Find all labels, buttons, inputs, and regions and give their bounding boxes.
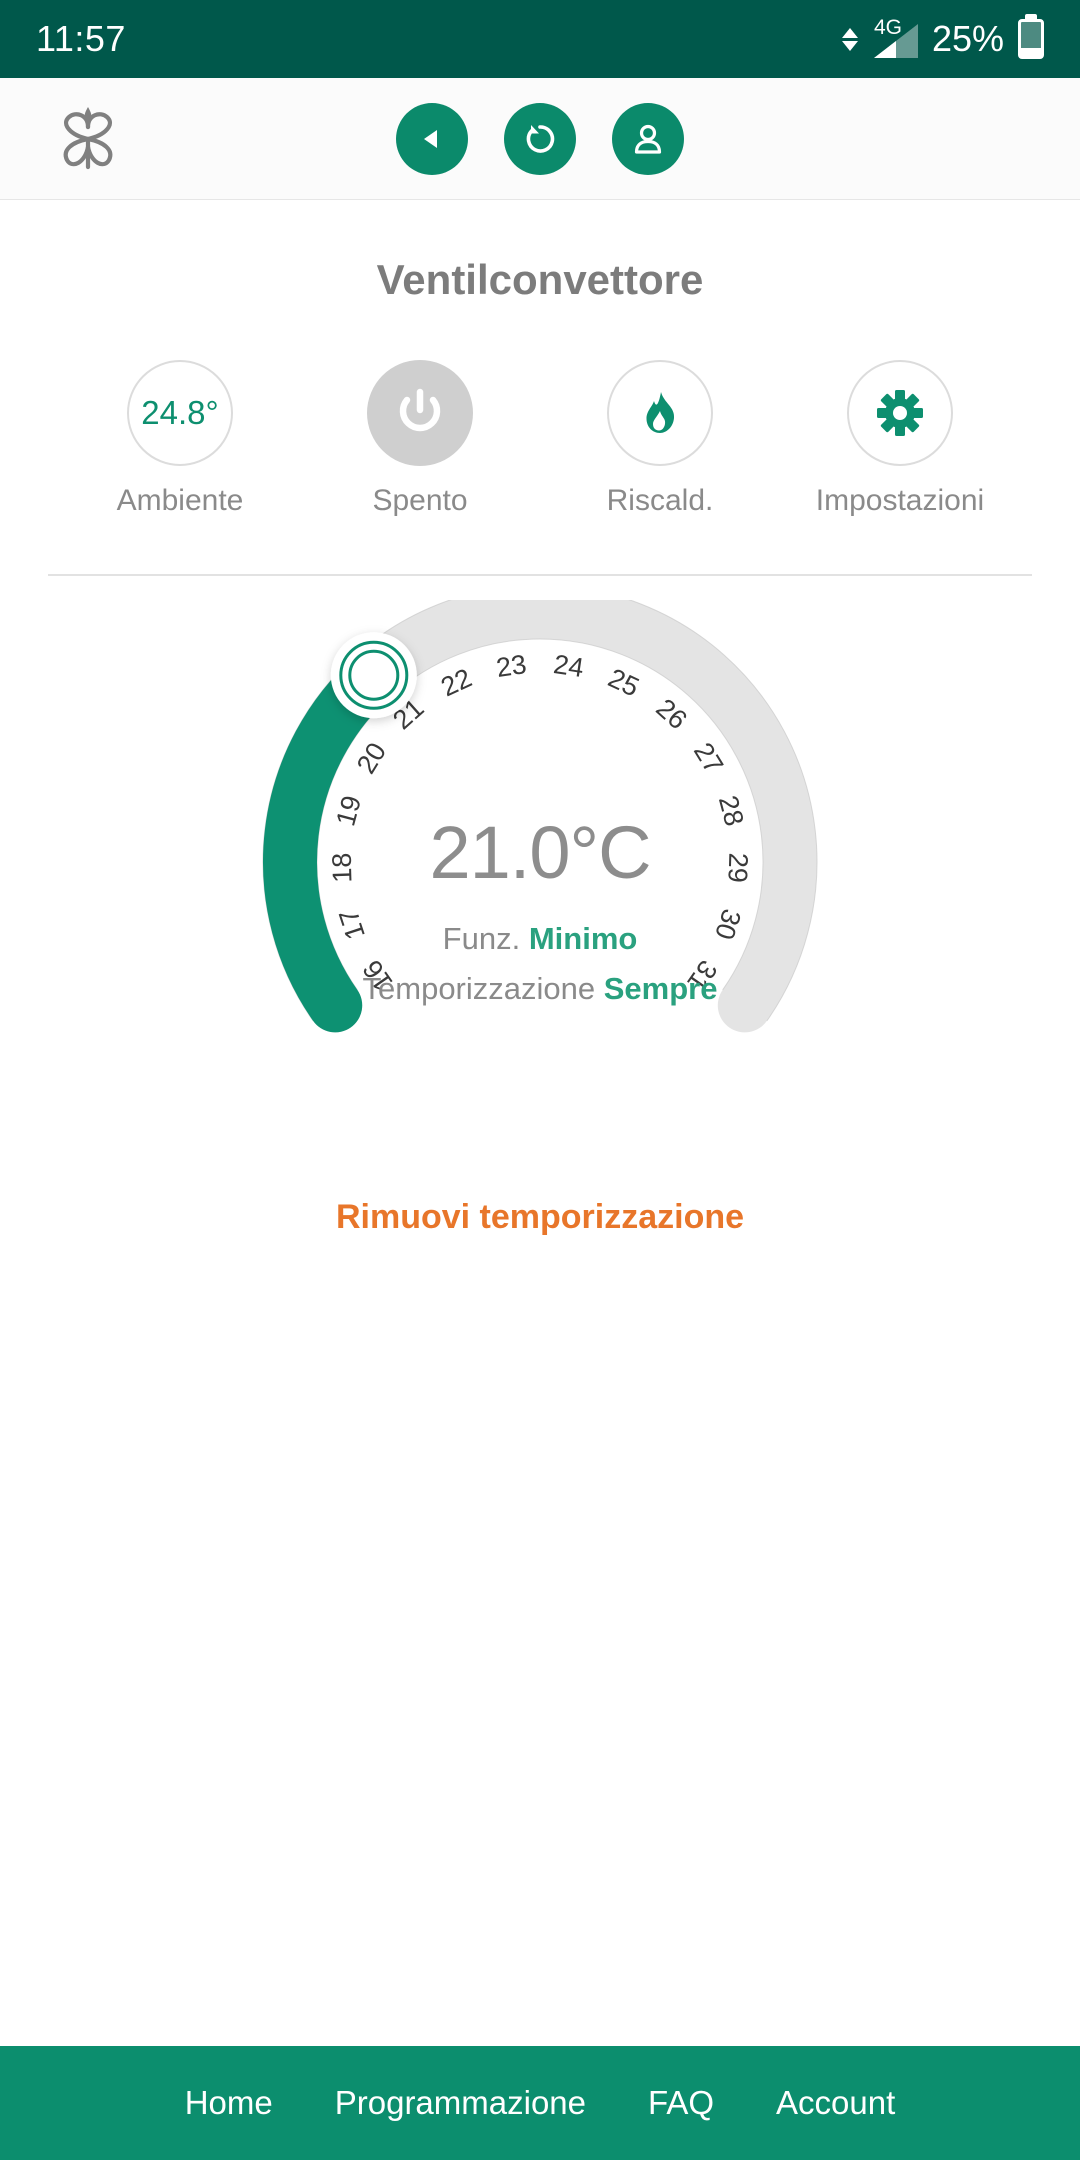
signal-bars-icon: 4G — [872, 16, 918, 58]
back-triangle-icon — [424, 129, 437, 148]
flame-icon — [646, 392, 675, 433]
timer-row: Temporizzazione Sempre — [0, 971, 1080, 1007]
temperature-dial[interactable]: 16 17 18 19 20 21 22 23 24 25 26 27 28 29 30 31 21.0°C … — [0, 600, 1080, 1140]
power-icon — [399, 388, 441, 432]
function-label: Funz. — [442, 921, 521, 956]
function-row: Funz. Minimo — [0, 921, 1080, 957]
dial-tick-27: 27 — [688, 737, 729, 778]
status-bar-indicators: 4G 25% — [841, 16, 1044, 60]
status-bar-clock: 11:57 — [36, 18, 126, 59]
control-settings[interactable]: Impostazioni — [795, 360, 1005, 518]
header-button-group — [396, 102, 684, 175]
bottom-navigation: Home Programmazione FAQ Account — [0, 2046, 1080, 2160]
dial-tick-22: 22 — [436, 663, 476, 703]
status-bar: 11:57 4G 25% — [0, 0, 1080, 78]
dial-tick-26: 26 — [650, 693, 692, 735]
butterfly-logo — [46, 97, 130, 181]
app-header — [0, 78, 1080, 200]
dial-tick-23: 23 — [494, 649, 528, 683]
dial-tick-24: 24 — [552, 649, 586, 683]
data-transfer-icon — [841, 27, 858, 51]
heating-circle — [607, 360, 713, 466]
function-value: Minimo — [528, 921, 638, 956]
control-label-ambient: Ambiente — [116, 484, 244, 517]
dial-center-readout: 21.0°C Funz. Minimo Temporizzazione Semp… — [0, 810, 1080, 1007]
nav-account[interactable]: Account — [776, 2084, 895, 2122]
ambient-temperature-value: 24.8° — [141, 394, 219, 431]
nav-programmazione[interactable]: Programmazione — [335, 2084, 586, 2122]
dial-handle — [330, 632, 417, 719]
settings-circle — [847, 360, 953, 466]
battery-percent-label: 25% — [931, 18, 1004, 59]
control-ambient[interactable]: 24.8° Ambiente — [75, 360, 285, 518]
setpoint-temperature: 21.0°C — [429, 811, 651, 894]
person-icon — [634, 124, 662, 154]
control-heating[interactable]: Riscald. — [555, 360, 765, 518]
timer-label: Temporizzazione — [362, 971, 596, 1006]
dial-tick-20: 20 — [351, 737, 392, 778]
ambient-circle: 24.8° — [127, 360, 233, 466]
refresh-button[interactable] — [504, 102, 576, 175]
battery-icon — [1018, 19, 1044, 59]
gear-icon — [877, 390, 923, 436]
control-label-settings: Impostazioni — [815, 484, 985, 517]
control-power[interactable]: Spento — [315, 360, 525, 518]
back-button[interactable] — [396, 102, 468, 175]
control-label-heating: Riscald. — [606, 484, 714, 517]
section-divider — [48, 574, 1032, 576]
dial-tick-25: 25 — [604, 663, 644, 703]
control-label-power: Spento — [372, 484, 468, 517]
timer-value: Sempre — [603, 971, 718, 1006]
page-title: Ventilconvettore — [376, 256, 704, 303]
remove-timer-link[interactable]: Rimuovi temporizzazione — [0, 1198, 1080, 1237]
nav-home[interactable]: Home — [185, 2084, 273, 2122]
refresh-icon — [526, 124, 555, 153]
power-circle — [367, 360, 473, 466]
device-controls-row: 24.8° Ambiente Spento Riscald. Impostazi… — [0, 360, 1080, 518]
account-button[interactable] — [612, 102, 684, 175]
nav-faq[interactable]: FAQ — [648, 2084, 714, 2122]
